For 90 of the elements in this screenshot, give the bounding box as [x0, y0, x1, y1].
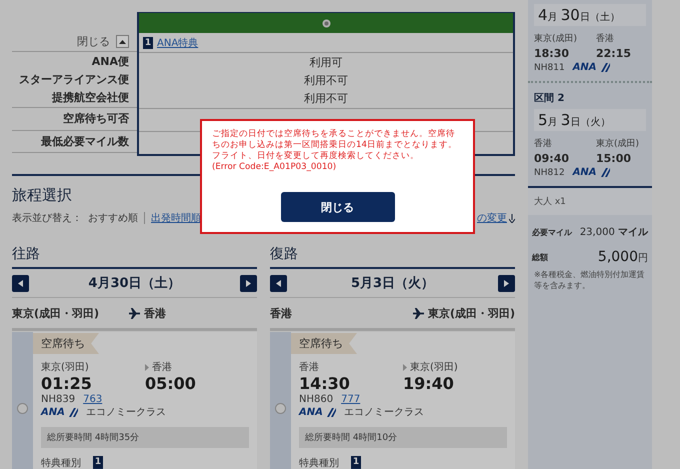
- next-date-button[interactable]: [498, 274, 515, 292]
- flight-number: NH860: [299, 394, 334, 405]
- cabin-class: エコノミークラス: [344, 406, 424, 419]
- segment-date: 4月 30 日（土）: [534, 4, 646, 26]
- origin-city: 東京(成田・羽田): [12, 306, 100, 320]
- departure-time: 14:30: [299, 374, 351, 394]
- airline-logo: ANA: [41, 406, 78, 418]
- departure-time: 18:30: [534, 47, 570, 60]
- prev-date-button[interactable]: [12, 274, 29, 292]
- total-duration: 総所要時間 4時間35分: [41, 427, 249, 448]
- row-value: 利用不可: [304, 72, 348, 88]
- departure-time: 09:40: [534, 152, 570, 165]
- arrow-icon: [403, 364, 407, 370]
- change-link[interactable]: の変更: [477, 211, 507, 225]
- flight-number: NH811: [534, 62, 565, 72]
- award-badge: 1: [351, 456, 361, 469]
- arrival-airport: 東京(羽田): [403, 360, 507, 374]
- miles-label: 必要マイル: [532, 226, 572, 238]
- row-value: 利用可: [310, 54, 342, 70]
- departure-airport: 香港: [534, 138, 553, 150]
- departure-time: 01:25: [41, 374, 93, 394]
- arrow-icon: [145, 364, 149, 370]
- departure-airport: 東京(羽田): [41, 360, 90, 374]
- cabin-class: エコノミークラス: [86, 406, 166, 419]
- arrival-time: 19:40: [403, 374, 455, 394]
- plane-icon: [129, 308, 140, 318]
- aircraft-link[interactable]: 763: [83, 394, 102, 405]
- status-tag: 空席待ち: [33, 333, 99, 354]
- arrival-airport: 香港: [596, 32, 615, 45]
- row-label: ANA便: [92, 54, 129, 70]
- award-type-label: 特典種別: [299, 456, 339, 469]
- sort-label: 表示並び替え：: [12, 212, 82, 225]
- status-tag: 空席待ち: [291, 333, 357, 354]
- departure-airport: 香港: [299, 360, 320, 374]
- leg-title: 復路: [270, 245, 515, 269]
- row-label: 提携航空会社便: [52, 90, 129, 106]
- leg-title: 往路: [12, 245, 257, 269]
- arrival-time: 22:15: [596, 47, 632, 60]
- next-arrow-icon: [246, 280, 251, 286]
- radio-icon: [322, 18, 330, 28]
- passenger-count: 大人 x1: [528, 188, 652, 215]
- destination-city: 香港: [129, 306, 166, 320]
- airline-logo: ANA: [572, 62, 610, 73]
- origin-city: 香港: [270, 306, 292, 320]
- departure-airport: 東京(成田): [534, 32, 578, 45]
- row-label: 空席待ち可否: [63, 111, 129, 127]
- down-arrow-icon: [509, 214, 515, 222]
- award-type-label: 特典種別: [41, 456, 81, 469]
- arrival-airport: 香港: [145, 360, 249, 374]
- arrival-time: 15:00: [596, 152, 632, 165]
- prev-arrow-icon: [18, 280, 23, 286]
- row-label: 最低必要マイル数: [41, 134, 129, 150]
- row-value: 利用不可: [304, 90, 348, 106]
- arrival-airport: 東京(成田): [596, 138, 640, 150]
- date-label: 4月30日（土）: [88, 275, 181, 292]
- row-label: スターアライアンス便: [19, 72, 129, 88]
- total-label: 総額: [532, 252, 548, 262]
- radio-button[interactable]: [275, 402, 286, 414]
- segment-title: 区間 2: [534, 92, 566, 105]
- total-duration: 総所要時間 4時間10分: [299, 427, 507, 448]
- sort-option[interactable]: おすすめ順: [88, 211, 138, 225]
- award-link[interactable]: ANA特典: [157, 36, 198, 50]
- prev-arrow-icon: [276, 280, 281, 286]
- tax-note: ※各種税金、燃油特別付加運賃等を含みます。: [534, 269, 646, 292]
- close-button[interactable]: 閉じる: [280, 192, 394, 222]
- award-badge: 1: [143, 36, 153, 48]
- sort-option[interactable]: 出発時間順: [151, 211, 201, 225]
- airline-logo: ANA: [572, 167, 610, 178]
- date-label: 5月3日（火）: [350, 275, 434, 292]
- section-title: 旅程選択: [12, 186, 73, 205]
- flight-card[interactable]: 空席待ち 東京(羽田) 香港 01:25 05:00 NH839 763 ANA エコノミークラス 総所要時間 4時間35分 特典種別 1: [12, 332, 257, 469]
- radio-button[interactable]: [17, 402, 28, 414]
- collapse-toggle[interactable]: 閉じる: [77, 34, 129, 49]
- flight-card[interactable]: 空席待ち 香港 東京(羽田) 14:30 19:40 NH860 777 ANA エコノミークラス 総所要時間 4時間10分 特典種別 1: [270, 332, 515, 469]
- error-message: ご指定の日付では空席待ちを承ることができません。空席待ちのお申し込みは第一区間搭乗日の14日前までとなります。フライト、日付を変更して再度検索してください。 (Error Code:E_A01P03_0010): [212, 129, 458, 173]
- prev-date-button[interactable]: [270, 274, 287, 292]
- award-badge: 1: [93, 456, 103, 469]
- airline-logo: ANA: [299, 406, 336, 418]
- arrival-time: 05:00: [145, 374, 197, 394]
- plane-icon: [412, 308, 424, 318]
- segment-date: 5月 3 日（火）: [534, 109, 646, 131]
- next-arrow-icon: [504, 280, 509, 286]
- flight-number: NH839: [41, 394, 76, 405]
- total-value: 5,000円: [598, 249, 648, 265]
- aircraft-link[interactable]: 777: [341, 394, 360, 405]
- caret-up-icon: [119, 40, 126, 44]
- next-date-button[interactable]: [240, 274, 257, 292]
- flight-number: NH812: [534, 168, 565, 178]
- miles-value: 23,000 マイル: [580, 226, 648, 239]
- destination-city: 東京(成田・羽田): [412, 306, 515, 320]
